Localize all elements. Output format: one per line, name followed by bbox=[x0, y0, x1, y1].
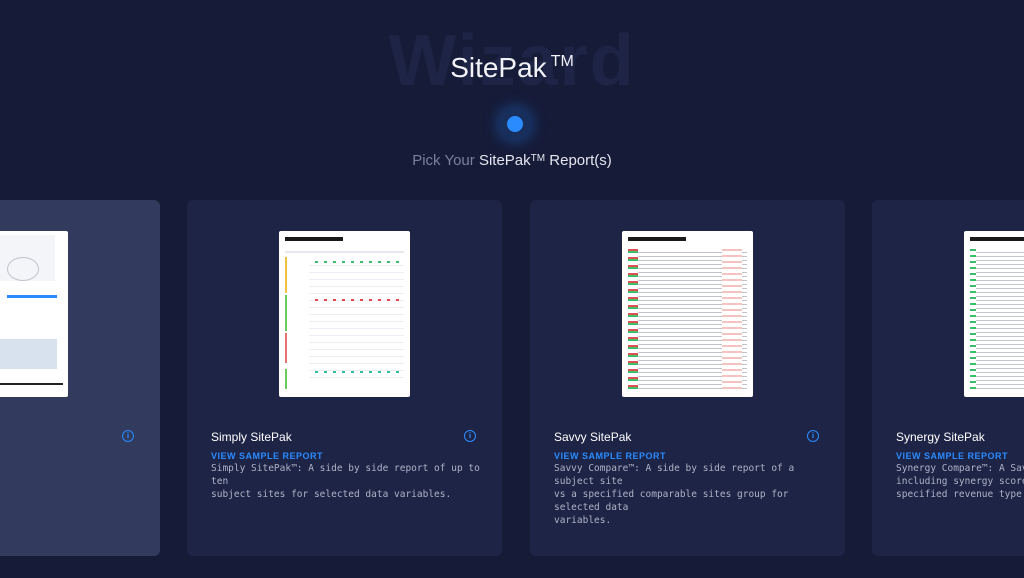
thumb-dots bbox=[315, 371, 400, 373]
subtitle-prefix: Pick Your bbox=[412, 152, 475, 169]
info-icon[interactable]: i bbox=[122, 430, 134, 442]
thumb-markers bbox=[628, 249, 638, 389]
thumb-grid bbox=[309, 259, 404, 379]
page-title-text: SitePak bbox=[450, 52, 547, 83]
report-thumbnail-1 bbox=[0, 231, 68, 397]
subtitle-suffix: Report(s) bbox=[549, 152, 612, 169]
thumb-bar-2 bbox=[7, 295, 57, 298]
thumb-col bbox=[722, 249, 742, 389]
report-card-1[interactable]: i ™ (projection) and site ng location sa… bbox=[0, 200, 160, 556]
wizard-page: Wizard SitePak TM Pick Your SitePakTM Rep… bbox=[0, 0, 1024, 578]
thumb-footer-line bbox=[0, 383, 63, 385]
step-dot-core bbox=[507, 116, 523, 132]
thumb-accent bbox=[285, 295, 287, 331]
thumb-row bbox=[285, 251, 404, 253]
page-title: SitePak TM bbox=[0, 48, 1024, 88]
thumb-accent bbox=[285, 369, 287, 389]
thumb-header-bar bbox=[970, 237, 1024, 241]
report-thumbnail-simply bbox=[279, 231, 410, 397]
step-dot-icon bbox=[500, 109, 530, 139]
card-title: Synergy SitePak bbox=[896, 430, 985, 444]
view-sample-report-link[interactable]: VIEW SAMPLE REPORT bbox=[554, 450, 666, 462]
view-sample-report-link[interactable]: VIEW SAMPLE REPORT bbox=[896, 450, 1008, 462]
report-card-synergy[interactable]: Synergy SitePak VIEW SAMPLE REPORT Syner… bbox=[872, 200, 1024, 556]
thumb-map bbox=[0, 339, 57, 369]
info-icon[interactable]: i bbox=[807, 430, 819, 442]
page-subtitle: Pick Your SitePakTM Report(s) bbox=[0, 150, 1024, 172]
subtitle-brand: SitePak bbox=[478, 152, 531, 169]
report-card-simply[interactable]: Simply SitePak i VIEW SAMPLE REPORT Simp… bbox=[187, 200, 502, 556]
thumb-dots bbox=[315, 261, 400, 263]
thumb-accent bbox=[285, 333, 287, 363]
card-title: Simply SitePak bbox=[211, 430, 292, 444]
card-description: Savvy Compare™: A side by side report of… bbox=[554, 463, 795, 526]
report-thumbnail-savvy bbox=[622, 231, 753, 397]
card-description: Synergy Compare™: A Savv including syner… bbox=[896, 463, 1024, 500]
card-description: ™ (projection) and site ng location sale… bbox=[0, 462, 139, 488]
report-thumbnail-synergy bbox=[964, 231, 1024, 397]
thumb-map-shape bbox=[7, 257, 39, 281]
thumb-markers bbox=[970, 249, 976, 389]
report-card-savvy[interactable]: Savvy SitePak i VIEW SAMPLE REPORT Savvy… bbox=[530, 200, 845, 556]
page-title-tm: TM bbox=[550, 53, 574, 70]
thumb-dots bbox=[315, 299, 400, 301]
card-title: Savvy SitePak bbox=[554, 430, 632, 444]
view-sample-report-link[interactable]: VIEW SAMPLE REPORT bbox=[211, 450, 323, 462]
thumb-accent bbox=[285, 257, 287, 293]
thumb-table bbox=[970, 249, 1024, 389]
thumb-header-bar bbox=[628, 237, 686, 241]
info-icon[interactable]: i bbox=[464, 430, 476, 442]
subtitle-tm: TM bbox=[530, 153, 546, 164]
card-description: Simply SitePak™: A side by side report o… bbox=[211, 463, 480, 500]
thumb-header-bar bbox=[285, 237, 343, 241]
